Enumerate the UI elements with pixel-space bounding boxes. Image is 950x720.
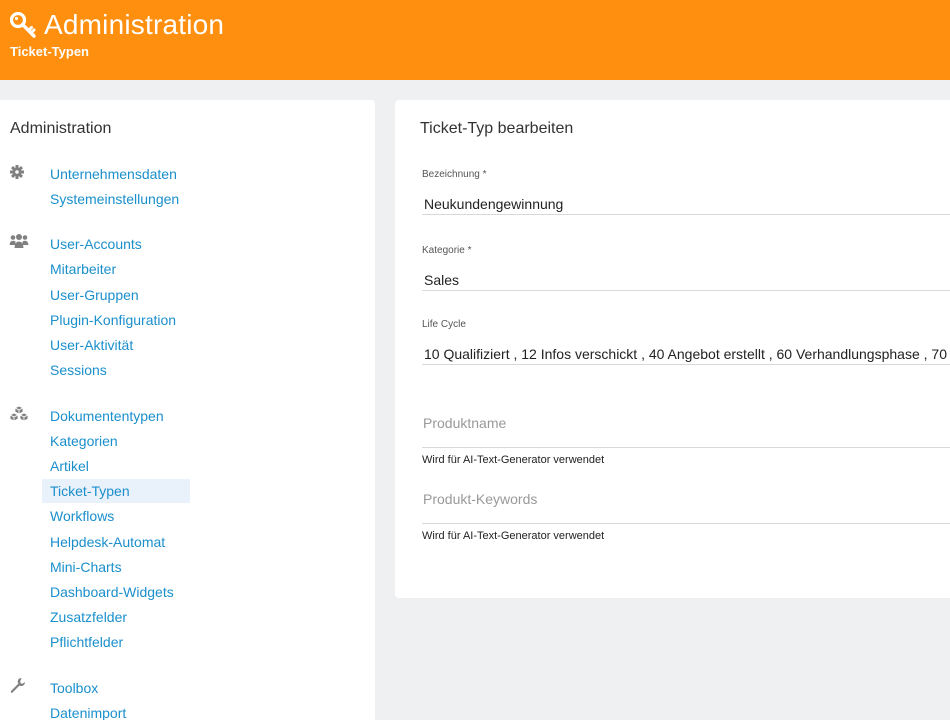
sidebar-item-systemeinstellungen[interactable]: Systemeinstellungen <box>42 187 190 211</box>
sidebar-item-mitarbeiter[interactable]: Mitarbeiter <box>42 257 190 281</box>
bezeichnung-input[interactable]: Neukundengewinnung <box>422 193 950 215</box>
kategorie-select[interactable]: Sales <box>422 269 950 291</box>
key-icon <box>10 12 36 38</box>
sidebar-item-ticket-typen[interactable]: Ticket-Typen <box>42 479 190 503</box>
produktkeywords-placeholder: Produkt-Keywords <box>423 491 538 507</box>
sidebar-item-datenimport[interactable]: Datenimport <box>42 701 190 720</box>
lifecycle-input[interactable]: 10 Qualifiziert , 12 Infos verschickt , … <box>422 343 950 365</box>
sidebar-item-pflichtfelder[interactable]: Pflichtfelder <box>42 630 190 654</box>
page-title: Administration <box>44 9 225 40</box>
produktkeywords-input[interactable]: Produkt-Keywords <box>422 490 950 524</box>
sidebar-item-plugin-konfiguration[interactable]: Plugin-Konfiguration <box>42 308 190 332</box>
edit-ticket-type-panel: Ticket-Typ bearbeiten Bezeichnung * Neuk… <box>395 100 950 598</box>
page-subtitle: Ticket-Typen <box>10 44 89 59</box>
sidebar-item-user-aktivitaet[interactable]: User-Aktivität <box>42 333 190 357</box>
sidebar: Administration Unternehmensdaten Systeme… <box>0 100 375 720</box>
page-header: Administration Ticket-Typen <box>0 0 950 80</box>
sidebar-item-artikel[interactable]: Artikel <box>42 454 190 478</box>
sidebar-item-dokumententypen[interactable]: Dokumententypen <box>42 404 190 428</box>
sidebar-item-helpdesk-automat[interactable]: Helpdesk-Automat <box>42 530 190 554</box>
sidebar-title: Administration <box>10 120 112 137</box>
produktname-hint: Wird für AI-Text-Generator verwendet <box>422 454 605 466</box>
users-icon <box>9 234 29 248</box>
field-bezeichnung: Bezeichnung * Neukundengewinnung <box>422 169 950 215</box>
produktname-placeholder: Produktname <box>423 415 507 431</box>
field-produktkeywords: Produkt-Keywords Wird für AI-Text-Genera… <box>422 490 950 543</box>
sidebar-item-kategorien[interactable]: Kategorien <box>42 429 190 453</box>
sidebar-item-unternehmensdaten[interactable]: Unternehmensdaten <box>42 162 190 186</box>
panel-title: Ticket-Typ bearbeiten <box>420 120 574 137</box>
bezeichnung-label: Bezeichnung * <box>422 169 487 180</box>
cubes-icon <box>9 405 29 422</box>
produktname-input[interactable]: Produktname <box>422 414 950 448</box>
sidebar-item-user-gruppen[interactable]: User-Gruppen <box>42 283 190 307</box>
sidebar-item-user-accounts[interactable]: User-Accounts <box>42 232 190 256</box>
sidebar-item-workflows[interactable]: Workflows <box>42 504 190 528</box>
lifecycle-label: Life Cycle <box>422 319 466 330</box>
kategorie-label: Kategorie * <box>422 245 472 256</box>
field-kategorie: Kategorie * Sales <box>422 245 950 291</box>
sidebar-item-zusatzfelder[interactable]: Zusatzfelder <box>42 605 190 629</box>
sidebar-item-dashboard-widgets[interactable]: Dashboard-Widgets <box>42 580 190 604</box>
produktkeywords-hint: Wird für AI-Text-Generator verwendet <box>422 530 605 542</box>
gear-icon <box>10 165 24 179</box>
sidebar-item-sessions[interactable]: Sessions <box>42 358 190 382</box>
sidebar-item-toolbox[interactable]: Toolbox <box>42 676 190 700</box>
wrench-icon <box>10 678 25 693</box>
field-produktname: Produktname Wird für AI-Text-Generator v… <box>422 414 950 467</box>
field-lifecycle: Life Cycle 10 Qualifiziert , 12 Infos ve… <box>422 319 950 365</box>
sidebar-item-mini-charts[interactable]: Mini-Charts <box>42 555 190 579</box>
